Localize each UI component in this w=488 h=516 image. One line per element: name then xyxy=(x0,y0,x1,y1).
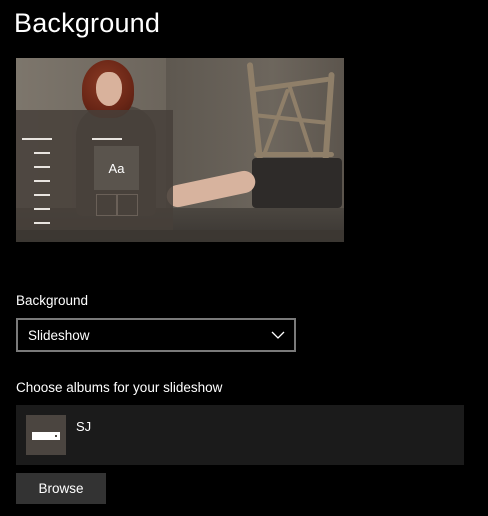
chevron-down-icon xyxy=(266,320,290,350)
page-title: Background xyxy=(14,8,161,38)
background-type-value: Slideshow xyxy=(28,327,90,343)
preview-taskbar xyxy=(16,230,344,242)
background-label: Background xyxy=(16,293,89,308)
album-list: SJ xyxy=(16,405,464,465)
albums-label: Choose albums for your slideshow xyxy=(16,380,223,395)
album-thumbnail-icon xyxy=(26,415,66,455)
background-type-dropdown[interactable]: Slideshow xyxy=(16,318,296,352)
album-item[interactable]: SJ xyxy=(16,405,464,465)
preview-chair-seat xyxy=(252,158,342,208)
album-name: SJ xyxy=(76,419,92,434)
preview-sample-text: Aa xyxy=(94,146,139,190)
browse-button[interactable]: Browse xyxy=(16,473,106,504)
background-settings-page: Background Aa Background Slideshow Choos… xyxy=(0,0,488,516)
preview-window-mock: Aa xyxy=(16,110,173,230)
background-preview: Aa xyxy=(16,58,344,242)
preview-person-face xyxy=(96,72,122,106)
